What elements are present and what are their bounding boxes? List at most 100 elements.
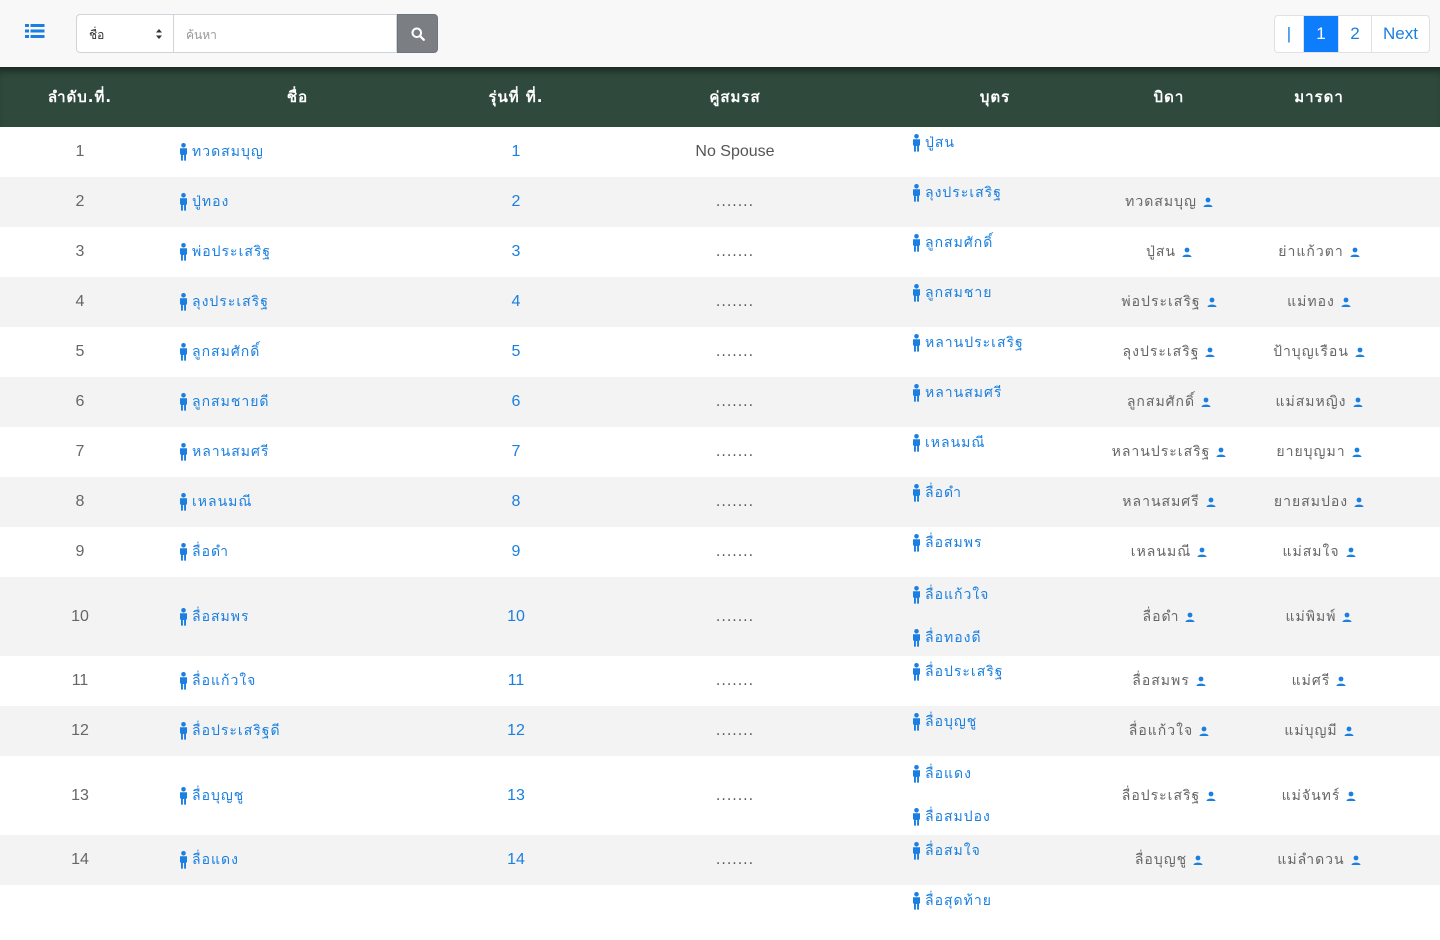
father-link[interactable]: ลื่อดำ <box>1143 606 1196 628</box>
mother-link[interactable]: ยายสมปอง <box>1274 491 1364 513</box>
child-link[interactable]: ลื่อทองดี <box>911 627 1111 649</box>
search-field-select[interactable]: ชื่อ <box>76 14 174 53</box>
generation-link[interactable]: 12 <box>507 722 525 740</box>
person-name-link[interactable]: ปู่ทอง <box>178 191 229 213</box>
row-number: 12 <box>71 722 89 739</box>
child-name: ลื่อสมปอง <box>925 809 991 825</box>
child-link[interactable]: หลานสมศรี <box>911 382 1111 404</box>
mother-link[interactable]: แม่ศรี <box>1292 670 1347 692</box>
father-link[interactable]: ปู่สน <box>1146 241 1192 263</box>
child-link[interactable]: ปู่สน <box>911 132 1111 154</box>
pagination-page-2[interactable]: 2 <box>1338 16 1371 52</box>
mother-link[interactable]: แม่สมใจ <box>1282 541 1356 563</box>
person-name-link[interactable]: ทวดสมบุญ <box>178 141 264 163</box>
generation-link[interactable]: 13 <box>507 787 525 805</box>
generation-link[interactable]: 5 <box>512 343 521 361</box>
generation-link[interactable]: 8 <box>512 493 521 511</box>
row-number: 13 <box>71 786 89 804</box>
mother-link[interactable]: ป้าบุญเรือน <box>1273 341 1365 363</box>
child-link[interactable]: ลูกสมชาย <box>911 282 1111 304</box>
mother-link[interactable]: แม่ลำดวน <box>1277 849 1361 871</box>
father-link[interactable]: ลื่อบุญชู <box>1135 849 1203 871</box>
father-link[interactable]: ลุงประเสริฐ <box>1123 341 1216 363</box>
children-list: หลานสมศรี <box>911 382 1111 432</box>
list-menu-icon[interactable] <box>25 23 45 39</box>
generation-link[interactable]: 9 <box>512 543 521 561</box>
generation-link[interactable]: 6 <box>512 393 521 411</box>
person-name-link[interactable]: พ่อประเสริฐ <box>178 241 271 263</box>
person-name: ลื่อบุญชู <box>192 787 245 804</box>
father-link[interactable]: พ่อประเสริฐ <box>1121 291 1217 313</box>
child-link[interactable]: เหลนมณี <box>911 432 1111 454</box>
father-link[interactable]: ลื่อสมพร <box>1132 670 1206 692</box>
person-name-link[interactable]: ลูกสมชายดี <box>178 391 270 413</box>
col-header-spouse: คู่สมรส <box>709 87 761 106</box>
spouse-value: ....... <box>715 787 755 804</box>
child-link[interactable]: ลื่อแก้วใจ <box>911 584 1111 606</box>
row-number: 6 <box>75 393 85 410</box>
child-link[interactable]: ลุงประเสริฐ <box>911 182 1111 204</box>
search-button[interactable] <box>397 14 438 53</box>
child-link[interactable]: ลื่อประเสริฐ <box>911 661 1111 683</box>
generation-link[interactable]: 10 <box>507 608 525 626</box>
person-name-link[interactable]: ลื่อแดง <box>178 849 239 871</box>
child-link[interactable]: หลานประเสริฐ <box>911 332 1111 354</box>
father-link[interactable]: ทวดสมบุญ <box>1125 191 1213 213</box>
father-link[interactable]: หลานประเสริฐ <box>1112 441 1227 463</box>
child-link[interactable]: ลื่อบุญชู <box>911 711 1111 733</box>
child-link[interactable]: ลื่อดำ <box>911 482 1111 504</box>
generation-link[interactable]: 2 <box>512 193 521 211</box>
user-icon <box>1205 347 1215 357</box>
father-name: ลุงประเสริฐ <box>1122 344 1200 360</box>
generation-link[interactable]: 4 <box>512 293 521 311</box>
mother-link[interactable]: แม่พิมพ์ <box>1286 606 1353 628</box>
person-name-link[interactable]: ลื่อดำ <box>178 541 229 563</box>
person-name-link[interactable]: ลุงประเสริฐ <box>178 291 269 313</box>
child-link[interactable]: ลื่อแดง <box>911 763 1111 785</box>
generation-link[interactable]: 7 <box>512 443 521 461</box>
generation-link[interactable]: 1 <box>512 143 521 161</box>
father-link[interactable]: เหลนมณี <box>1131 541 1207 563</box>
child-link[interactable]: ลูกสมศักดิ์ <box>911 232 1111 254</box>
mother-link[interactable]: ย่าแก้วตา <box>1278 241 1360 263</box>
pagination-page-1[interactable]: 1 <box>1303 16 1338 52</box>
child-link[interactable]: ลื่อสมพร <box>911 532 1111 554</box>
generation-link[interactable]: 11 <box>508 672 525 690</box>
mother-link[interactable]: ยายบุญมา <box>1276 441 1362 463</box>
col-header-number: ลำดับ.ที่. <box>47 87 113 106</box>
user-icon <box>1342 612 1352 622</box>
table-row: 7 หลานสมศรี 7....... เหลนมณี หลานประเสริฐ ยาย… <box>0 427 1440 477</box>
person-name-link[interactable]: ลื่อสมพร <box>178 606 250 628</box>
person-name-link[interactable]: เหลนมณี <box>178 491 252 513</box>
person-name: ลื่อประเสริฐดี <box>192 723 281 739</box>
father-link[interactable]: ลื่อแก้วใจ <box>1129 720 1209 742</box>
child-link[interactable]: ลื่อสมปอง <box>911 806 1111 828</box>
generation-link[interactable]: 3 <box>512 243 521 261</box>
generation-link[interactable]: 14 <box>507 851 525 869</box>
person-name-link[interactable]: หลานสมศรี <box>178 441 269 463</box>
spouse-value: ....... <box>715 394 755 410</box>
children-list: ลื่อดำ <box>911 482 1111 532</box>
person-name-link[interactable]: ลูกสมศักดิ์ <box>178 341 260 363</box>
mother-link[interactable]: แม่สมหญิง <box>1275 391 1363 413</box>
father-link[interactable]: หลานสมศรี <box>1122 491 1216 513</box>
mother-link[interactable]: แม่จันทร์ <box>1282 785 1357 807</box>
person-name-link[interactable]: ลื่อบุญชู <box>178 785 244 807</box>
person-name: ลื่อสมพร <box>192 608 250 625</box>
child-link[interactable]: ลื่อสมใจ <box>911 840 1111 862</box>
pagination-next[interactable]: Next <box>1371 16 1429 52</box>
person-name-link[interactable]: ลื่อประเสริฐดี <box>178 720 281 742</box>
child-link[interactable]: ลื่อสุดท้าย <box>911 890 1111 912</box>
search-input[interactable]: ค้นหา <box>174 14 397 53</box>
person-name-link[interactable]: ลื่อแก้วใจ <box>178 670 256 692</box>
pagination-first[interactable]: | <box>1275 16 1303 52</box>
table-row: 13 ลื่อบุญชู 13....... ลื่อแดงลื่อสมปอง ลื่อ… <box>0 756 1440 835</box>
table-row: ลื่อสุดท้าย <box>0 885 1440 935</box>
father-link[interactable]: ลื่อประเสริฐ <box>1122 785 1217 807</box>
user-icon <box>1216 447 1226 457</box>
mother-link[interactable]: แม่ทอง <box>1287 291 1351 313</box>
father-link[interactable]: ลูกสมศักดิ์ <box>1127 391 1211 413</box>
father-name: ลื่อสมพร <box>1132 673 1190 689</box>
user-icon <box>1197 547 1207 557</box>
mother-link[interactable]: แม่บุญมี <box>1284 720 1354 742</box>
